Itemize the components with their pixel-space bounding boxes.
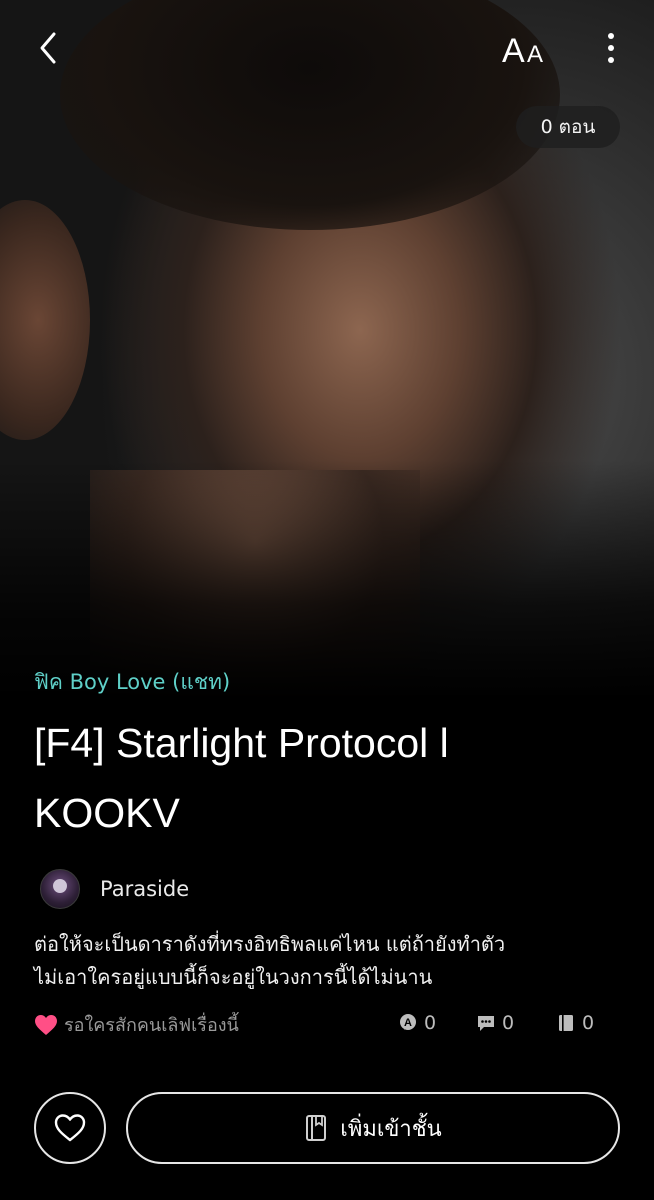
episode-unit: ตอน <box>558 116 596 138</box>
author-name: Paraside <box>100 877 190 901</box>
story-category[interactable]: ฟิค Boy Love (แชท) <box>34 666 230 699</box>
episode-count-badge: 0 ตอน <box>516 106 620 148</box>
shelf-count-value: 0 <box>582 1012 595 1034</box>
top-bar: A A <box>0 0 654 100</box>
comment-icon <box>478 1016 494 1031</box>
more-options-button[interactable] <box>594 22 628 74</box>
cover-image <box>0 0 654 700</box>
story-synopsis: ต่อให้จะเป็นดาราดังที่ทรงอิทธิพลแค่ไหน แ… <box>34 928 624 994</box>
svg-text:A: A <box>404 1017 412 1029</box>
book-icon <box>559 1015 573 1031</box>
back-button[interactable] <box>26 22 74 74</box>
font-icon-big-a: A <box>502 32 525 70</box>
cover-ear-shape <box>0 200 90 440</box>
story-title-line-1: [F4] Starlight Protocol l <box>34 720 449 766</box>
like-hint-text: รอใครสักคนเลิฟเรื่องนี้ <box>64 1015 239 1036</box>
heart-filled-icon <box>35 1014 57 1035</box>
font-size-button[interactable]: A A <box>496 22 560 74</box>
author-avatar <box>40 869 80 909</box>
heart-outline-icon <box>54 1114 86 1142</box>
story-title-line-2: KOOKV <box>34 790 180 836</box>
comment-count: 0 <box>476 1012 514 1034</box>
synopsis-line-2: ไม่เอาใครอยู่แบบนี้ก็จะอยู่ในวงการนี้ได้… <box>34 965 433 989</box>
views-icon: A <box>400 1014 416 1030</box>
view-count-value: 0 <box>424 1012 437 1034</box>
story-title: [F4] Starlight Protocol l KOOKV <box>34 708 624 848</box>
episode-count: 0 <box>540 116 553 138</box>
add-to-shelf-label: เพิ่มเข้าชั้น <box>340 1116 442 1142</box>
add-to-shelf-button[interactable]: เพิ่มเข้าชั้น <box>126 1092 620 1164</box>
chevron-left-icon <box>40 32 56 64</box>
cover-fade <box>0 460 654 700</box>
author-link[interactable]: Paraside <box>40 866 189 912</box>
comment-count-value: 0 <box>502 1012 515 1034</box>
more-vertical-icon <box>608 33 614 63</box>
font-icon-small-a: A <box>527 41 543 68</box>
view-count: A 0 <box>398 1012 436 1034</box>
story-stats: รอใครสักคนเลิฟเรื่องนี้ A 0 0 0 <box>34 1006 624 1042</box>
synopsis-line-1: ต่อให้จะเป็นดาราดังที่ทรงอิทธิพลแค่ไหน แ… <box>34 932 506 956</box>
like-hint: รอใครสักคนเลิฟเรื่องนี้ <box>34 1010 239 1039</box>
favorite-button[interactable] <box>34 1092 106 1164</box>
font-size-icon: A A <box>502 32 543 70</box>
shelf-count: 0 <box>556 1012 594 1034</box>
bookmark-book-icon <box>306 1115 327 1141</box>
